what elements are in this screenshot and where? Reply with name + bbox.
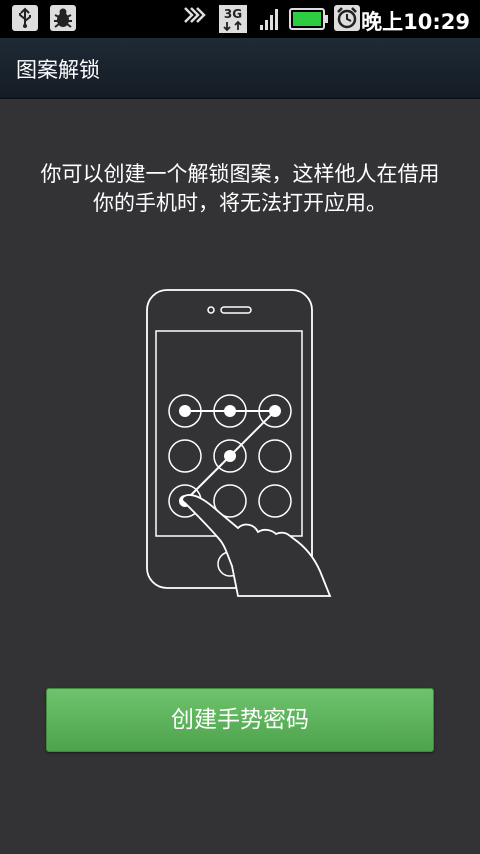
debug-bug-icon (50, 5, 76, 35)
status-bar: 3G 晚上10:29 (0, 0, 480, 38)
alarm-clock-icon (334, 5, 360, 35)
title-bar: 图案解锁 (0, 38, 480, 99)
signal-strength-icon (259, 5, 281, 35)
page-title: 图案解锁 (16, 58, 100, 82)
status-clock: 晚上10:29 (361, 10, 470, 34)
sync-arrows-icon (182, 5, 206, 35)
network-label: 3G (224, 7, 242, 21)
battery-icon (289, 8, 329, 34)
3g-data-icon: 3G (219, 5, 247, 37)
create-pattern-button[interactable]: 创建手势密码 (46, 688, 434, 752)
usb-icon (12, 5, 38, 35)
hand-icon (181, 494, 332, 597)
instruction-text: 你可以创建一个解锁图案，这样他人在借用你的手机时，将无法打开应用。 (40, 162, 440, 215)
pattern-illustration (140, 288, 340, 604)
